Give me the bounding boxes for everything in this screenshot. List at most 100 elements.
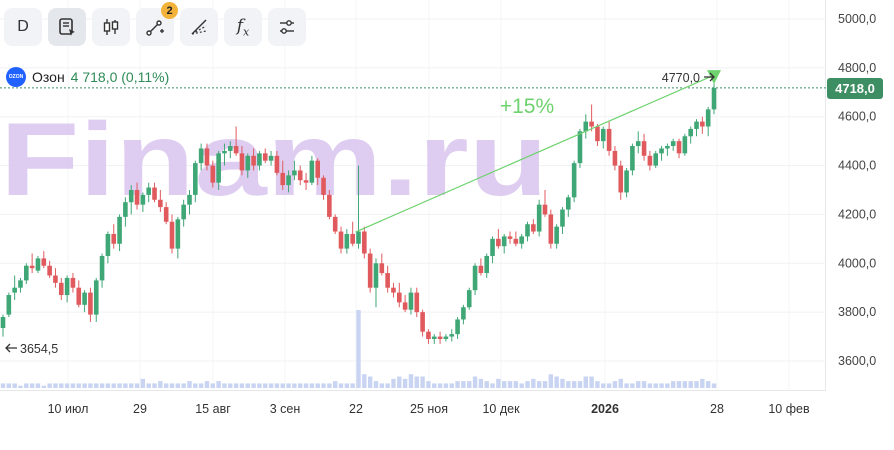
volume-bar [472, 376, 478, 388]
candle-body [484, 255, 490, 274]
price-badge: 4718,0 [827, 78, 883, 99]
volume-bar [257, 383, 262, 388]
candle-body [227, 146, 233, 151]
candle-body [402, 302, 408, 310]
volume-bar [420, 376, 425, 388]
candle-body [47, 265, 52, 276]
candle-body [466, 290, 472, 308]
candle-body [519, 236, 524, 244]
volume-bar [94, 383, 99, 388]
candle-body [193, 163, 198, 195]
volume-bar [158, 381, 163, 388]
ticker-info: OZON Озон 4 718,0 (0,11%) [6, 67, 169, 87]
candle-body [117, 216, 122, 244]
volume-bar [711, 383, 717, 388]
candle-body [99, 255, 105, 281]
candle-body [362, 231, 367, 254]
fib-tool-button[interactable] [180, 8, 218, 46]
volume-bar [216, 381, 221, 388]
volume-bar [338, 383, 344, 388]
candle-body [280, 172, 286, 186]
candle-body [531, 224, 536, 232]
volume-bar [542, 381, 548, 388]
candle-body [257, 153, 262, 166]
candle-body [140, 194, 146, 205]
volume-bar [484, 381, 489, 388]
volume-bar [367, 376, 373, 388]
candle-body [408, 292, 414, 310]
volume-bar [53, 383, 58, 388]
volume-bar [228, 383, 233, 388]
volume-bar [402, 378, 408, 388]
drawing-tools-button[interactable]: 2 [136, 2, 178, 46]
volume-bar [665, 383, 670, 388]
candle-body [455, 319, 460, 335]
candle-body [600, 128, 606, 142]
volume-bar [268, 383, 274, 388]
candle-body [64, 277, 70, 296]
volume-bar [653, 383, 658, 388]
volume-bar [671, 381, 676, 388]
candle-body [338, 231, 344, 249]
indicators-button[interactable]: fx [224, 8, 262, 46]
fx-x: x [243, 25, 250, 39]
candle-body [187, 194, 192, 205]
x-tick-label: 28 [710, 402, 724, 416]
x-tick-label: 10 июл [48, 402, 89, 416]
y-tick-label: 3600,0 [838, 354, 876, 368]
y-tick-label: 4600,0 [838, 110, 876, 124]
volume-bar [449, 383, 454, 388]
chart-type-button[interactable] [92, 8, 130, 46]
candle-body [309, 160, 315, 183]
volume-bar [391, 378, 396, 388]
volume-bar [467, 381, 472, 388]
candle-body [18, 280, 23, 288]
x-tick-label: 22 [349, 402, 363, 416]
y-tick-label: 5000,0 [838, 12, 876, 26]
volume-bar [700, 378, 705, 388]
volume-bar [332, 381, 338, 388]
candle-body [93, 280, 99, 315]
x-tick-label: 15 авг [195, 402, 231, 416]
report-button[interactable] [48, 8, 86, 46]
candle-body [577, 131, 583, 164]
volume-bar [292, 383, 297, 388]
volume-bar [414, 376, 419, 388]
candle-body [367, 253, 373, 288]
volume-bars [0, 310, 717, 388]
candle-body [688, 128, 693, 137]
candle-body [274, 155, 280, 173]
volume-bar [612, 381, 618, 388]
candle-body [426, 331, 431, 340]
drawings-count-badge: 2 [161, 2, 178, 19]
candle-body [420, 312, 425, 332]
interval-button[interactable]: D [4, 8, 42, 46]
candle-body [612, 150, 618, 166]
current-price-label: 4718,0 [835, 81, 875, 96]
y-tick-label: 4000,0 [838, 256, 876, 270]
settings-button[interactable] [268, 8, 306, 46]
candle-body [105, 233, 111, 256]
volume-bar [88, 383, 93, 388]
function-icon: fx [237, 16, 250, 38]
candle-body [507, 236, 513, 239]
candle-body [560, 209, 565, 227]
candle-body [88, 292, 93, 315]
candle-body [146, 187, 151, 195]
volume-bar [426, 381, 431, 388]
volume-bar [536, 381, 542, 388]
candle-body [583, 121, 589, 132]
volume-bar [263, 383, 268, 388]
candle-body [478, 265, 484, 274]
candle-body [542, 204, 548, 215]
volume-bar [548, 374, 554, 388]
candle-body [373, 263, 379, 288]
volume-bar [659, 383, 664, 388]
volume-bar [647, 383, 653, 388]
volume-bar [239, 383, 245, 388]
x-tick-label: 10 фев [768, 402, 810, 416]
chart-area[interactable]: Finam.ru +15% 4770,0 3654,5 5000,0 4800,0 46… [0, 0, 894, 445]
candle-body [566, 197, 571, 210]
candle-body [152, 187, 157, 200]
candle-body [251, 155, 256, 166]
